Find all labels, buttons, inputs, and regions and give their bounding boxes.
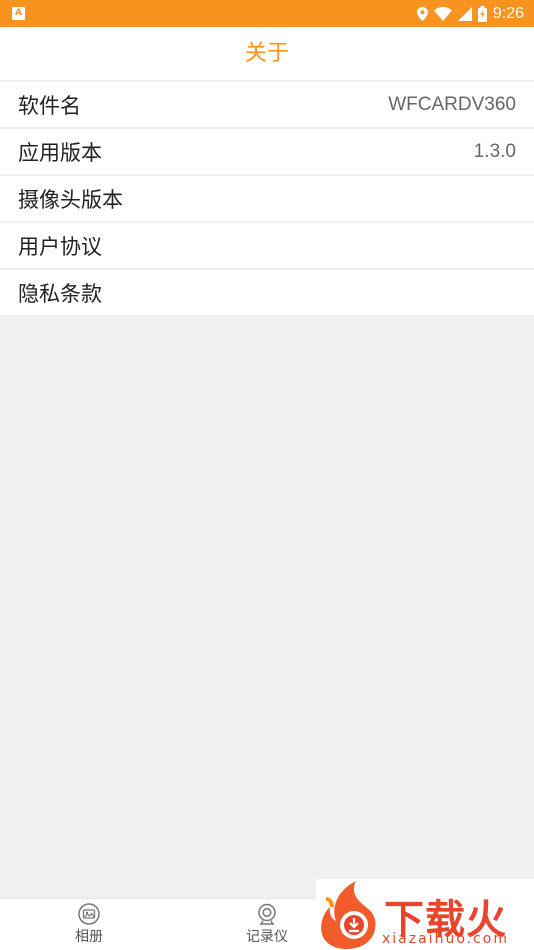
- list-item-label: 用户协议: [18, 234, 102, 259]
- list-item-camera-version[interactable]: 摄像头版本: [0, 176, 534, 221]
- tab-label: 相册: [75, 929, 103, 945]
- status-bar: A 9:26: [0, 0, 534, 27]
- list-item-app-version: 应用版本 1.3.0: [0, 129, 534, 174]
- notification-icon: A: [12, 7, 25, 20]
- list-item-value: WFCARDV360: [388, 93, 516, 115]
- list-item-app-name: 软件名 WFCARDV360: [0, 82, 534, 127]
- list-item-privacy-policy[interactable]: 隐私条款: [0, 270, 534, 315]
- list-item-user-agreement[interactable]: 用户协议: [0, 223, 534, 268]
- tab-album[interactable]: 相册: [49, 903, 129, 946]
- signal-icon: [457, 6, 472, 21]
- tab-recorder[interactable]: 记录仪: [227, 903, 307, 946]
- list-item-label: 隐私条款: [18, 281, 102, 306]
- battery-icon: [477, 5, 487, 22]
- camera-icon: [258, 903, 276, 925]
- clock: 9:26: [492, 4, 524, 22]
- header: 关于: [0, 27, 534, 80]
- watermark-logo: 下载火 xiazaihuo.com: [316, 879, 534, 950]
- album-icon: [78, 903, 100, 925]
- list-item-label: 软件名: [18, 93, 81, 118]
- flame-logo-icon: [321, 881, 376, 949]
- location-icon: [416, 6, 428, 21]
- tab-label: 记录仪: [246, 929, 288, 945]
- list-item-label: 摄像头版本: [18, 187, 123, 212]
- list-item-value: 1.3.0: [473, 140, 516, 162]
- list-item-label: 应用版本: [18, 140, 102, 165]
- watermark-url: xiazaihuo.com: [382, 931, 509, 947]
- about-list: 软件名 WFCARDV360 应用版本 1.3.0 摄像头版本 用户协议 隐私条…: [0, 82, 534, 317]
- wifi-icon: [433, 6, 452, 21]
- status-icons: 9:26: [416, 0, 524, 27]
- page-title: 关于: [244, 41, 289, 66]
